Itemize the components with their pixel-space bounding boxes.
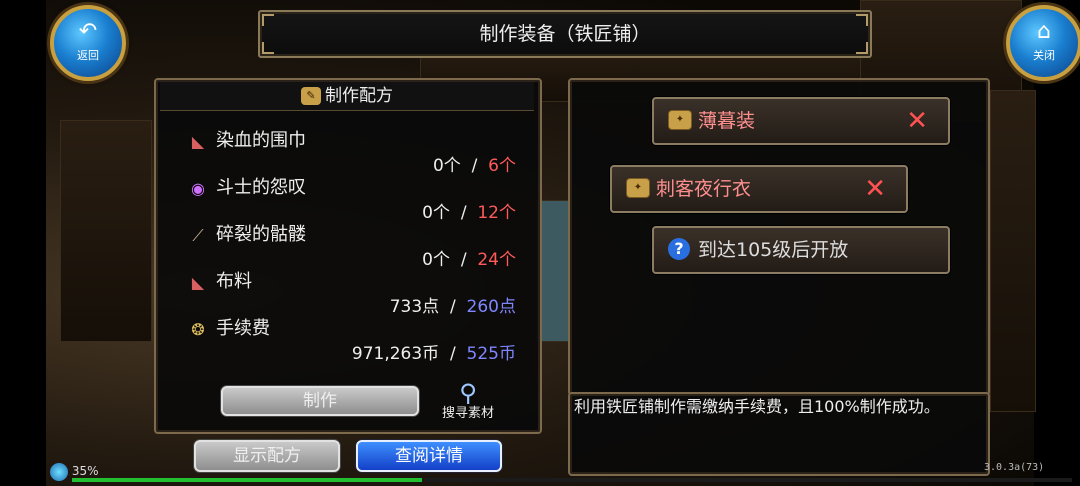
close-label: 关闭 (1033, 49, 1055, 62)
outfit-item-locked: ? 到达105级后开放 (652, 226, 950, 274)
wall-panel (60, 120, 152, 342)
material-name: 手续费 (216, 318, 270, 339)
material-name: 染血的围巾 (216, 130, 306, 151)
coins-icon: ❂ (191, 320, 205, 339)
show-recipe-button[interactable]: 显示配方 (194, 440, 340, 472)
back-label: 返回 (77, 49, 99, 62)
scarf-icon: ◣ (191, 132, 205, 151)
magnifier-icon: ⚲ (459, 379, 477, 407)
material-count: 733点 / 260点 (389, 297, 516, 317)
search-materials-button[interactable]: ⚲ 搜寻素材 (436, 380, 500, 426)
recipe-book-icon: ✎ (301, 87, 321, 105)
unavailable-x-icon: ✕ (906, 106, 928, 136)
corner-ornament (856, 42, 868, 54)
recipe-header: ✎ 制作配方 (160, 82, 534, 111)
wall-panel (990, 90, 1036, 412)
outfit-name: 刺客夜行衣 (656, 178, 752, 200)
view-details-label: 查阅详情 (395, 446, 463, 466)
outfit-name: 薄暮装 (698, 110, 756, 132)
home-icon: ⌂ (1037, 19, 1051, 44)
skull-shard-icon: ⟋ (192, 226, 204, 245)
material-name: 斗士的怨叹 (216, 177, 306, 198)
orb-icon: ◉ (191, 179, 205, 198)
cloth-icon: ◣ (191, 273, 205, 292)
progress-fill (72, 478, 422, 482)
material-count: 0个 / 24个 (422, 250, 516, 270)
outfit-scroll-icon: ✦ (626, 178, 650, 198)
question-icon: ? (668, 238, 690, 260)
material-count: 0个 / 12个 (422, 203, 516, 223)
left-letterbox (0, 0, 46, 486)
material-row: ◣ 布料 733点 / 260点 (186, 271, 516, 317)
progress-percent: 35% (71, 464, 99, 478)
globe-icon (50, 462, 68, 481)
outfit-name: 到达105级后开放 (698, 239, 849, 261)
material-row: ◣ 染血的围巾 0个 / 6个 (186, 130, 516, 176)
search-materials-label: 搜寻素材 (441, 406, 494, 421)
back-arrow-icon: ↶ (78, 19, 98, 44)
material-name: 布料 (216, 271, 252, 292)
outfit-item[interactable]: ✦ 刺客夜行衣 ✕ (610, 165, 908, 213)
back-button[interactable]: ↶ 返回 (50, 5, 126, 81)
corner-ornament (262, 42, 274, 54)
corner-ornament (856, 14, 868, 26)
material-name: 碎裂的骷髅 (216, 224, 306, 245)
version-label: 3.0.3a(73) (984, 462, 1045, 473)
outfit-scroll-icon: ✦ (668, 110, 692, 130)
page-title: 制作装备（铁匠铺） (479, 23, 651, 45)
corner-ornament (262, 14, 274, 26)
view-details-button[interactable]: 查阅详情 (356, 440, 502, 472)
page-title-bar: 制作装备（铁匠铺） (258, 10, 872, 58)
material-count: 971,263币 / 525币 (351, 344, 516, 364)
material-row: ◉ 斗士的怨叹 0个 / 12个 (186, 177, 516, 223)
craft-button[interactable]: 制作 (221, 386, 419, 416)
description-text: 利用铁匠铺制作需缴纳手续费，且100%制作成功。 (574, 397, 940, 416)
show-recipe-label: 显示配方 (233, 446, 301, 466)
material-row: ⟋ 碎裂的骷髅 0个 / 24个 (186, 224, 516, 270)
progress-track (72, 478, 1072, 482)
craft-button-label: 制作 (303, 391, 337, 411)
material-count: 0个 / 6个 (432, 156, 516, 176)
close-button[interactable]: ⌂ 关闭 (1006, 5, 1080, 81)
material-row: ❂ 手续费 971,263币 / 525币 (186, 318, 516, 364)
recipe-title: 制作配方 (325, 86, 393, 106)
unavailable-x-icon: ✕ (864, 174, 886, 204)
outfit-item[interactable]: ✦ 薄暮装 ✕ (652, 97, 950, 145)
